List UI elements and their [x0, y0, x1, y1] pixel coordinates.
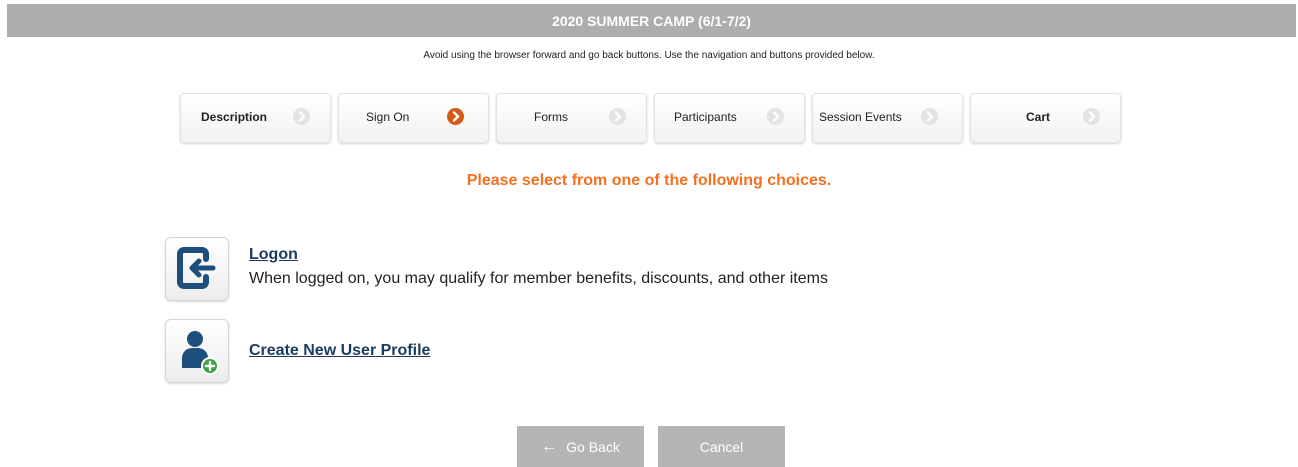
- logon-icon[interactable]: [165, 237, 229, 301]
- chevron-right-icon: [767, 108, 784, 125]
- chevron-right-icon: [921, 108, 938, 125]
- step-label: Description: [201, 110, 268, 124]
- step-forms[interactable]: Forms: [496, 93, 647, 143]
- logon-description: When logged on, you may qualify for memb…: [249, 270, 828, 287]
- step-label: Cart: [1026, 110, 1051, 124]
- step-session-events[interactable]: Session Events: [812, 93, 963, 143]
- chevron-right-icon: [1083, 108, 1100, 125]
- arrow-left-icon: ←: [541, 437, 558, 455]
- step-cart[interactable]: Cart: [970, 93, 1121, 143]
- step-description[interactable]: Description: [180, 93, 331, 143]
- selection-prompt: Please select from one of the following …: [466, 172, 832, 189]
- step-participants[interactable]: Participants: [654, 93, 805, 143]
- cancel-button[interactable]: Cancel: [658, 426, 785, 467]
- step-label: Session Events: [819, 110, 902, 124]
- cancel-label: Cancel: [699, 438, 744, 455]
- go-back-button[interactable]: ← Go Back: [517, 426, 644, 467]
- create-profile-link[interactable]: Create New User Profile: [249, 342, 430, 360]
- page-title: 2020 SUMMER CAMP (6/1-7/2): [552, 12, 751, 29]
- step-label: Forms: [534, 110, 568, 124]
- chevron-right-icon: [609, 108, 626, 125]
- chevron-right-icon: [293, 108, 310, 125]
- step-sign-on[interactable]: Sign On: [338, 93, 489, 143]
- navigation-notice: Avoid using the browser forward and go b…: [423, 50, 875, 61]
- page-title-bar: 2020 SUMMER CAMP (6/1-7/2): [7, 4, 1296, 37]
- add-user-icon[interactable]: [165, 319, 229, 383]
- logon-link[interactable]: Logon: [249, 246, 298, 264]
- chevron-right-icon: [447, 108, 464, 125]
- step-label: Sign On: [366, 110, 410, 124]
- step-label: Participants: [674, 110, 737, 124]
- go-back-label: Go Back: [566, 438, 620, 455]
